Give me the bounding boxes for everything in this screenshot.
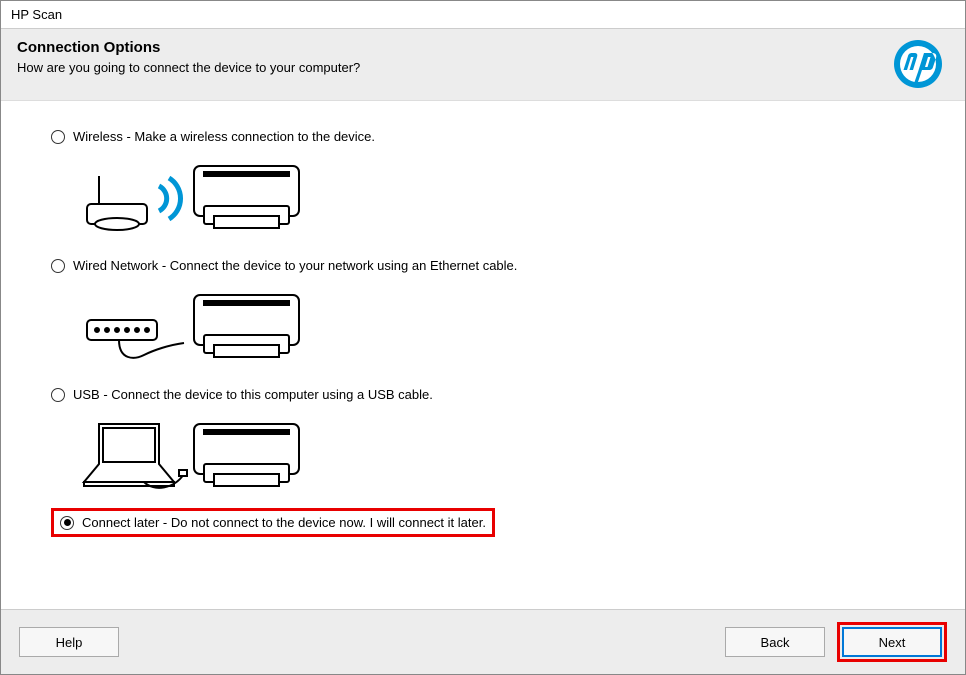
option-wired[interactable]: Wired Network - Connect the device to yo… bbox=[51, 258, 925, 273]
option-usb-label: USB - Connect the device to this compute… bbox=[73, 387, 433, 402]
hp-logo-icon bbox=[893, 39, 949, 94]
window-titlebar: HP Scan bbox=[1, 1, 965, 29]
option-wireless-label: Wireless - Make a wireless connection to… bbox=[73, 129, 375, 144]
content-panel: Wireless - Make a wireless connection to… bbox=[1, 101, 965, 555]
window-title: HP Scan bbox=[11, 7, 62, 22]
back-button[interactable]: Back bbox=[725, 627, 825, 657]
wizard-header: Connection Options How are you going to … bbox=[1, 29, 965, 101]
page-title: Connection Options bbox=[17, 39, 360, 56]
option-usb[interactable]: USB - Connect the device to this compute… bbox=[51, 387, 925, 402]
wizard-footer: Help Back Next bbox=[1, 609, 965, 674]
wired-illustration-icon bbox=[51, 279, 925, 377]
help-button[interactable]: Help bbox=[19, 627, 119, 657]
option-connect-later-highlight: Connect later - Do not connect to the de… bbox=[51, 508, 495, 537]
option-wireless[interactable]: Wireless - Make a wireless connection to… bbox=[51, 129, 925, 144]
radio-icon bbox=[51, 259, 65, 273]
radio-icon bbox=[60, 516, 74, 530]
page-subtitle: How are you going to connect the device … bbox=[17, 60, 360, 75]
option-connect-later[interactable]: Connect later - Do not connect to the de… bbox=[60, 515, 486, 530]
usb-illustration-icon bbox=[51, 408, 925, 506]
wireless-illustration-icon bbox=[51, 150, 925, 248]
option-connect-later-label: Connect later - Do not connect to the de… bbox=[82, 515, 486, 530]
radio-icon bbox=[51, 388, 65, 402]
radio-icon bbox=[51, 130, 65, 144]
next-button[interactable]: Next bbox=[842, 627, 942, 657]
option-wired-label: Wired Network - Connect the device to yo… bbox=[73, 258, 517, 273]
next-button-highlight: Next bbox=[837, 622, 947, 662]
